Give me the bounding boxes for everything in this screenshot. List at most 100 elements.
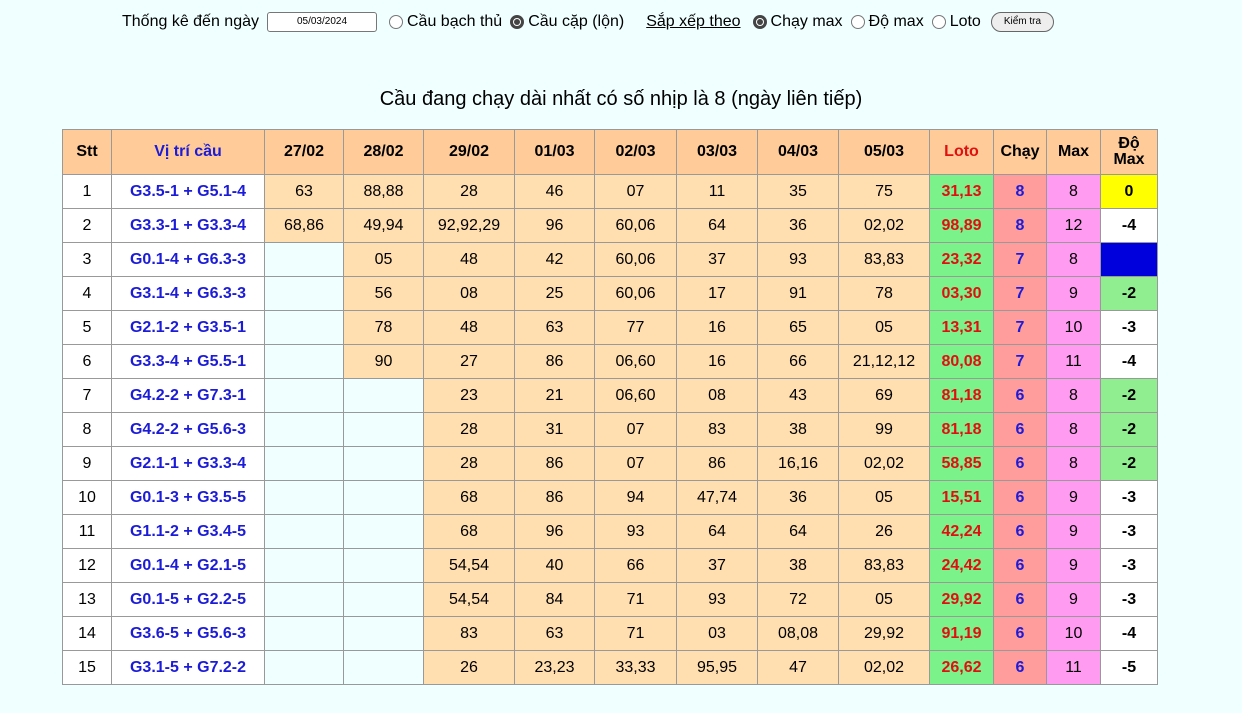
table-row: 9 G2.1-1 + G3.3-4 28 86 07 86 16,16 02,02 58,85 6… — [62, 446, 1158, 481]
row-stt: 3 — [62, 242, 112, 277]
row-do-max: -3 — [1100, 514, 1158, 549]
row-loto: 13,31 — [929, 310, 994, 345]
row-position-link[interactable]: G4.2-2 + G7.3-1 — [111, 378, 265, 413]
row-day-value: 26 — [838, 514, 930, 549]
row-day-value: 11 — [676, 174, 758, 209]
row-day-value: 93 — [757, 242, 839, 277]
row-day-value: 64 — [676, 208, 758, 243]
row-position-link[interactable]: G3.3-1 + G3.3-4 — [111, 208, 265, 243]
row-stt: 11 — [62, 514, 112, 549]
row-do-max: -3 — [1100, 582, 1158, 617]
row-day-value: 27 — [423, 344, 515, 379]
row-day-value: 66 — [757, 344, 839, 379]
row-position-link[interactable]: G0.1-3 + G3.5-5 — [111, 480, 265, 515]
row-day-value: 47 — [757, 650, 839, 685]
header-loto: Loto — [929, 129, 994, 175]
table-row: 4 G3.1-4 + G6.3-3 56 08 25 60,06 17 91 78 03,30 7 9… — [62, 276, 1158, 311]
header-stt: Stt — [62, 129, 112, 175]
row-day-value — [343, 378, 424, 413]
row-max: 9 — [1046, 480, 1101, 515]
table-header-row: Stt Vị trí cầu 27/02 28/02 29/02 01/03 0… — [62, 129, 1158, 175]
row-day-value: 91 — [757, 276, 839, 311]
row-chay: 6 — [993, 616, 1047, 651]
header-date: 28/02 — [343, 129, 424, 175]
row-position-link[interactable]: G3.1-4 + G6.3-3 — [111, 276, 265, 311]
loto-label[interactable]: Loto — [950, 13, 981, 31]
row-max: 8 — [1046, 378, 1101, 413]
row-stt: 13 — [62, 582, 112, 617]
row-loto: 29,92 — [929, 582, 994, 617]
row-day-value: 83 — [676, 412, 758, 447]
header-date: 01/03 — [514, 129, 595, 175]
row-day-value: 96 — [514, 208, 595, 243]
row-day-value: 96 — [514, 514, 595, 549]
table-row: 12 G0.1-4 + G2.1-5 54,54 40 66 37 38 83,83 24,42… — [62, 548, 1158, 583]
row-stt: 15 — [62, 650, 112, 685]
row-position-link[interactable]: G3.3-4 + G5.5-1 — [111, 344, 265, 379]
row-position-link[interactable]: G2.1-1 + G3.3-4 — [111, 446, 265, 481]
do-max-label[interactable]: Độ max — [869, 13, 924, 31]
header-do-max: Độ Max — [1100, 129, 1158, 175]
row-day-value: 16 — [676, 344, 758, 379]
row-day-value: 60,06 — [594, 242, 677, 277]
row-day-value: 03 — [676, 616, 758, 651]
row-day-value — [264, 310, 344, 345]
row-position-link[interactable]: G1.1-2 + G3.4-5 — [111, 514, 265, 549]
row-day-value — [343, 446, 424, 481]
row-max: 9 — [1046, 276, 1101, 311]
row-day-value: 90 — [343, 344, 424, 379]
row-day-value: 29,92 — [838, 616, 930, 651]
loto-radio[interactable] — [931, 15, 946, 29]
do-max-radio[interactable] — [850, 15, 865, 29]
chay-max-radio[interactable] — [752, 15, 767, 29]
row-day-value: 02,02 — [838, 446, 930, 481]
row-day-value — [264, 276, 344, 311]
row-day-value: 05 — [838, 582, 930, 617]
row-chay: 6 — [993, 548, 1047, 583]
row-chay: 6 — [993, 378, 1047, 413]
row-position-link[interactable]: G4.2-2 + G5.6-3 — [111, 412, 265, 447]
bach-thu-radio[interactable] — [389, 15, 403, 29]
row-position-link[interactable]: G3.6-5 + G5.6-3 — [111, 616, 265, 651]
row-day-value — [264, 446, 344, 481]
row-do-max: -2 — [1100, 446, 1158, 481]
cap-lon-radio[interactable] — [510, 15, 525, 29]
row-day-value — [264, 582, 344, 617]
row-stt: 14 — [62, 616, 112, 651]
bach-thu-label[interactable]: Cầu bạch thủ — [407, 13, 502, 31]
row-day-value: 05 — [838, 480, 930, 515]
row-position-link[interactable]: G0.1-4 + G2.1-5 — [111, 548, 265, 583]
row-day-value — [264, 616, 344, 651]
row-position-link[interactable]: G0.1-5 + G2.2-5 — [111, 582, 265, 617]
row-position-link[interactable]: G3.1-5 + G7.2-2 — [111, 650, 265, 685]
row-day-value: 40 — [514, 548, 595, 583]
row-day-value: 42 — [514, 242, 595, 277]
row-day-value: 05 — [838, 310, 930, 345]
row-day-value: 78 — [343, 310, 424, 345]
row-do-max: -2 — [1100, 276, 1158, 311]
row-day-value: 46 — [514, 174, 595, 209]
table-row: 11 G1.1-2 + G3.4-5 68 96 93 64 64 26 42,24 6 9 -3 — [62, 514, 1158, 549]
chay-max-label[interactable]: Chạy max — [771, 13, 843, 31]
row-loto: 42,24 — [929, 514, 994, 549]
header-max: Max — [1046, 129, 1101, 175]
cap-lon-label[interactable]: Cầu cặp (lộn) — [528, 13, 624, 31]
row-day-value: 68 — [423, 480, 515, 515]
header-date: 04/03 — [757, 129, 839, 175]
results-table: Stt Vị trí cầu 27/02 28/02 29/02 01/03 0… — [62, 129, 1158, 685]
row-position-link[interactable]: G0.1-4 + G6.3-3 — [111, 242, 265, 277]
row-position-link[interactable]: G2.1-2 + G3.5-1 — [111, 310, 265, 345]
check-button[interactable]: Kiểm tra — [990, 12, 1055, 32]
row-loto: 91,19 — [929, 616, 994, 651]
row-day-value — [343, 582, 424, 617]
row-day-value: 48 — [423, 310, 515, 345]
row-loto: 58,85 — [929, 446, 994, 481]
row-day-value: 65 — [757, 310, 839, 345]
row-do-max: -4 — [1100, 344, 1158, 379]
row-position-link[interactable]: G3.5-1 + G5.1-4 — [111, 174, 265, 209]
date-input[interactable]: 05/03/2024 — [267, 12, 377, 32]
row-day-value: 36 — [757, 208, 839, 243]
row-loto: 81,18 — [929, 378, 994, 413]
row-day-value: 56 — [343, 276, 424, 311]
row-day-value — [264, 412, 344, 447]
